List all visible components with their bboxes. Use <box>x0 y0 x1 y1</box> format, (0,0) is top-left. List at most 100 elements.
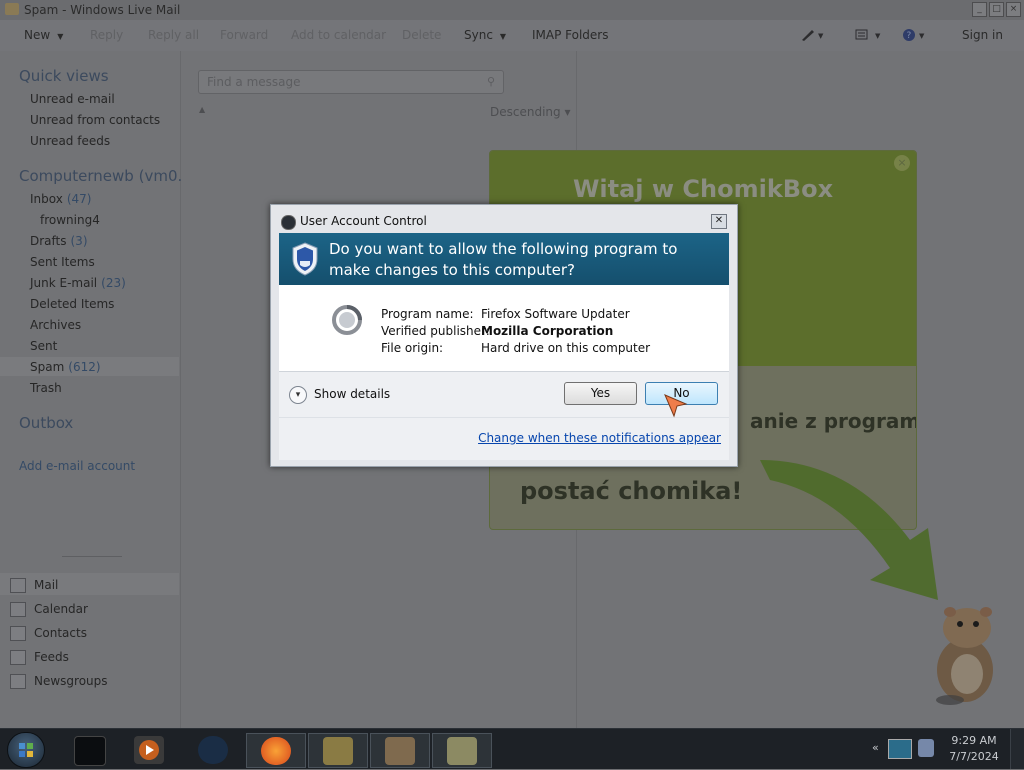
toolbar: New ▼ Reply Reply all Forward Add to cale… <box>0 20 1024 52</box>
svg-text:▼: ▼ <box>875 32 881 40</box>
taskbar-app-media[interactable] <box>120 733 178 766</box>
firefox-icon <box>261 737 291 765</box>
volume-icon[interactable] <box>918 739 934 757</box>
forward-button[interactable]: Forward <box>220 28 268 42</box>
view-options-icon[interactable]: ▼ <box>855 28 885 45</box>
folder-count: (612) <box>68 360 101 374</box>
folder-inbox[interactable]: Inbox (47) <box>30 192 91 206</box>
folder-drafts[interactable]: Drafts (3) <box>30 234 88 248</box>
media-player-icon <box>134 736 164 764</box>
uac-title-icon <box>281 215 296 230</box>
sort-arrow-icon[interactable]: ▲ <box>199 105 205 114</box>
hamster-mascot <box>936 607 993 705</box>
quick-view-unread-contacts[interactable]: Unread from contacts <box>30 113 160 127</box>
quick-view-unread-feeds[interactable]: Unread feeds <box>30 134 110 148</box>
outbox-heading[interactable]: Outbox <box>19 414 73 432</box>
window-title: Spam - Windows Live Mail <box>24 3 181 17</box>
imap-folders-button[interactable]: IMAP Folders <box>532 28 609 42</box>
folder-sent[interactable]: Sent <box>30 339 57 353</box>
new-label: New <box>24 28 51 42</box>
pen-icon[interactable]: ▼ <box>800 28 826 45</box>
folder-frowning4[interactable]: frowning4 <box>40 213 100 227</box>
start-button[interactable] <box>7 732 45 768</box>
folder-deleted-items[interactable]: Deleted Items <box>30 297 114 311</box>
taskbar-app-firefox[interactable] <box>246 733 306 768</box>
yes-button[interactable]: Yes <box>564 382 637 405</box>
notification-area: « <box>870 731 942 767</box>
network-icon[interactable] <box>888 739 912 759</box>
publisher-key: Verified publisher: <box>381 324 490 338</box>
folder-trash[interactable]: Trash <box>30 381 62 395</box>
folder-junk-email[interactable]: Junk E-mail (23) <box>30 276 126 290</box>
app-orb-icon <box>198 736 228 764</box>
folder-pane: Quick views Unread e-mail Unread from co… <box>0 51 192 728</box>
uac-dialog: User Account Control ✕ Do you want to al… <box>270 204 738 467</box>
change-notifications-link[interactable]: Change when these notifications appear <box>478 431 721 445</box>
minimize-button[interactable]: _ <box>972 2 987 17</box>
nav-newsgroups[interactable]: Newsgroups <box>34 674 108 688</box>
svg-text:▼: ▼ <box>818 32 824 40</box>
search-input[interactable]: Find a message ⚲ <box>198 70 504 94</box>
promo-text-line1: anie z programu, <box>750 409 916 433</box>
tray-overflow-chevron[interactable]: « <box>872 741 879 754</box>
quick-views-heading[interactable]: Quick views <box>19 67 109 85</box>
chomikbox-icon <box>323 737 353 765</box>
feeds-icon <box>10 650 26 665</box>
reply-all-button[interactable]: Reply all <box>148 28 199 42</box>
add-email-account-link[interactable]: Add e-mail account <box>19 459 135 473</box>
chevron-down-icon: ▼ <box>499 32 507 41</box>
account-heading[interactable]: Computernewb (vm0... <box>19 167 192 185</box>
sort-label: Descending <box>490 105 561 119</box>
close-window-button[interactable]: × <box>1006 2 1021 17</box>
help-icon[interactable]: ? ▼ <box>902 28 930 45</box>
sort-order-button[interactable]: Descending ▾ <box>490 105 570 119</box>
pane-resize-handle[interactable] <box>62 556 122 557</box>
new-button[interactable]: New ▼ <box>24 28 63 42</box>
show-details-toggle[interactable]: Show details <box>314 387 390 401</box>
search-placeholder: Find a message <box>207 75 301 89</box>
folder-archives[interactable]: Archives <box>30 318 81 332</box>
file-origin-key: File origin: <box>381 341 444 355</box>
taskbar-app-cmd[interactable] <box>60 733 118 766</box>
contacts-icon <box>10 626 26 641</box>
windows-logo-icon <box>19 743 33 757</box>
uac-actions: ▾ Show details Yes No <box>279 371 729 418</box>
sync-button[interactable]: Sync ▼ <box>464 28 506 42</box>
folder-label: Spam <box>30 360 65 374</box>
reply-button[interactable]: Reply <box>90 28 123 42</box>
mouse-pointer-icon <box>664 394 688 418</box>
selected-view-highlight <box>0 573 179 595</box>
sync-label: Sync <box>464 28 493 42</box>
delete-button[interactable]: Delete <box>402 28 441 42</box>
newsgroups-icon <box>10 674 26 689</box>
clock-time: 9:29 AM <box>951 734 997 747</box>
taskbar: « 9:29 AM 7/7/2024 <box>0 728 1024 769</box>
expand-details-icon[interactable]: ▾ <box>289 386 307 404</box>
taskbar-app-chomikbox-2[interactable] <box>370 733 430 768</box>
sign-in-link[interactable]: Sign in <box>962 28 1003 42</box>
add-to-calendar-button[interactable]: Add to calendar <box>291 28 386 42</box>
search-icon[interactable]: ⚲ <box>487 75 495 88</box>
uac-title: User Account Control <box>300 214 427 228</box>
quick-view-unread-email[interactable]: Unread e-mail <box>30 92 115 106</box>
nav-mail[interactable]: Mail <box>34 578 58 592</box>
program-name-key: Program name: <box>381 307 474 321</box>
folder-label: Drafts <box>30 234 67 248</box>
folder-sent-items[interactable]: Sent Items <box>30 255 95 269</box>
nav-calendar[interactable]: Calendar <box>34 602 88 616</box>
show-desktop-button[interactable] <box>1010 729 1024 769</box>
chevron-down-icon: ▼ <box>57 32 64 41</box>
maximize-button[interactable]: □ <box>989 2 1004 17</box>
taskbar-app-chomikbox-1[interactable] <box>308 733 368 768</box>
promo-close-icon[interactable]: × <box>894 155 910 171</box>
calendar-icon <box>10 602 26 617</box>
file-origin-value: Hard drive on this computer <box>481 341 651 355</box>
taskbar-app-mail[interactable] <box>432 733 492 768</box>
nav-feeds[interactable]: Feeds <box>34 650 69 664</box>
title-bar: Spam - Windows Live Mail _ □ × <box>0 0 1024 20</box>
nav-contacts[interactable]: Contacts <box>34 626 87 640</box>
folder-spam[interactable]: Spam (612) <box>30 360 101 374</box>
taskbar-app-orb[interactable] <box>184 733 242 766</box>
system-clock[interactable]: 9:29 AM 7/7/2024 <box>944 733 1004 765</box>
uac-close-button[interactable]: ✕ <box>711 214 727 229</box>
